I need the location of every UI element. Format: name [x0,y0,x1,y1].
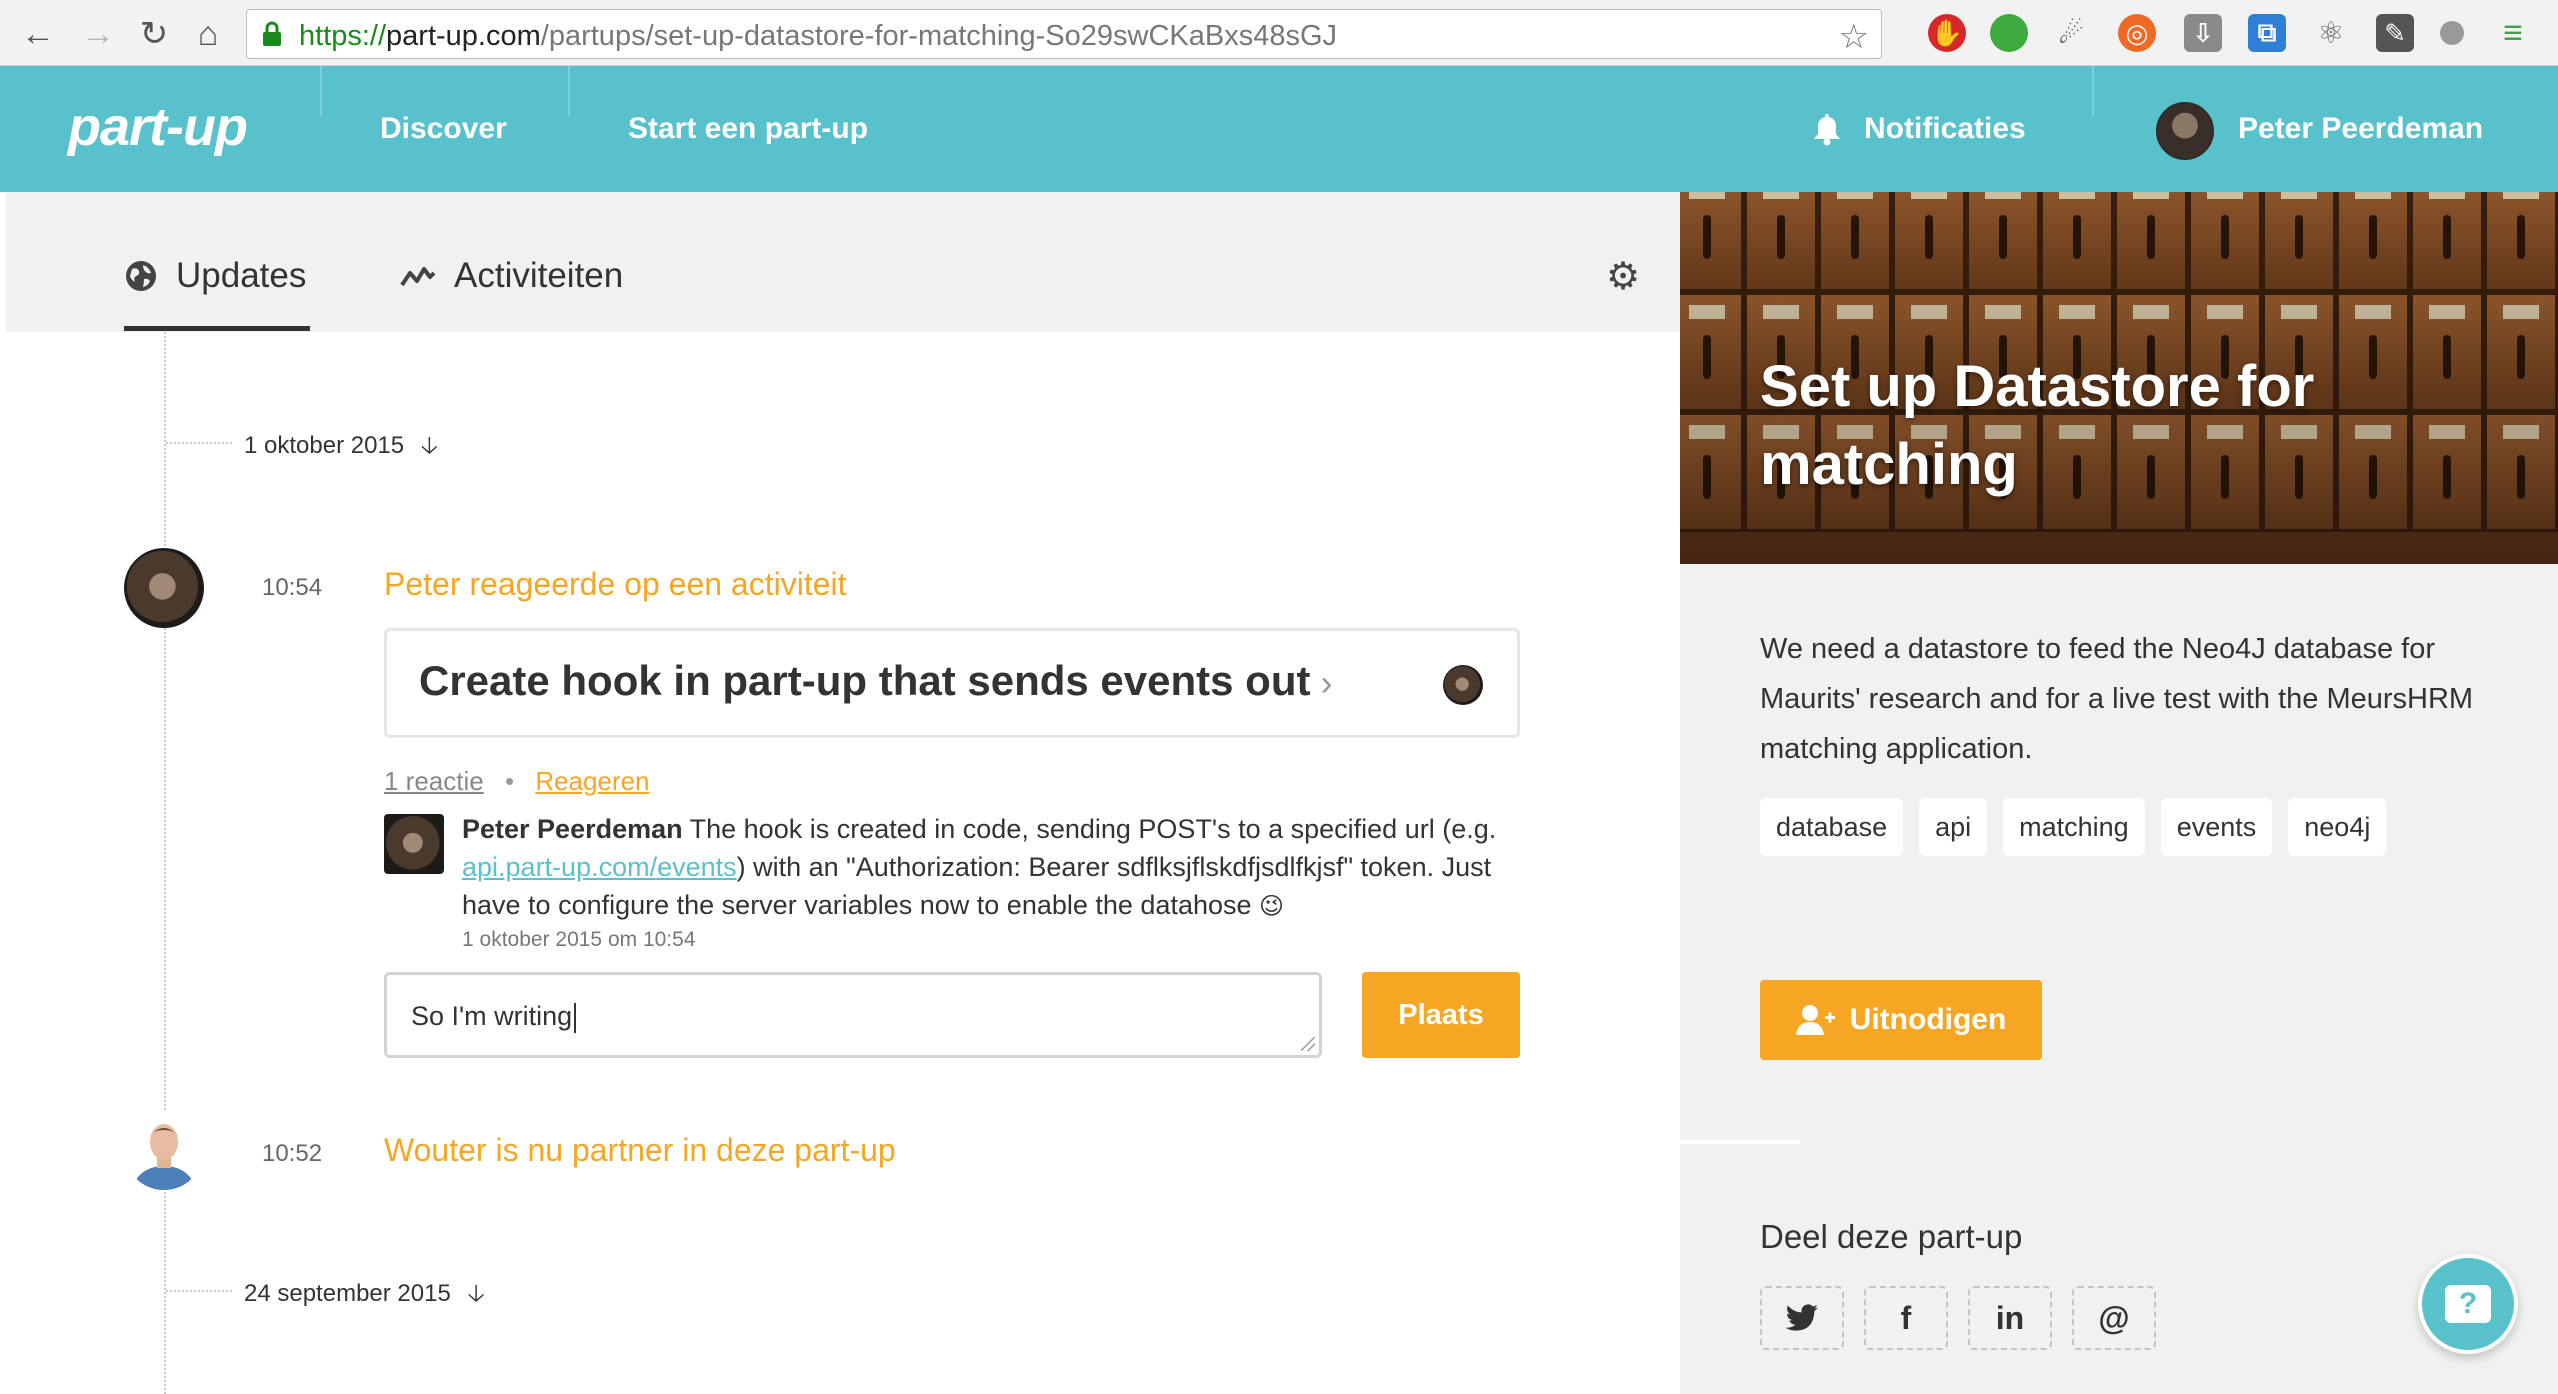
nav-start-partup[interactable]: Start een part-up [628,112,868,146]
globe-icon [126,261,156,291]
partup-hero-image: Set up Datastore for matching [1680,192,2558,564]
nav-discover[interactable]: Discover [380,112,507,146]
help-icon: ? [2445,1285,2491,1323]
partup-tabs-bar: Updates Activiteiten ⚙ [6,192,1680,332]
pen-extension-icon[interactable]: ✎ [2376,14,2414,52]
tag-events[interactable]: events [2160,798,2273,856]
comment-avatar[interactable] [384,814,444,874]
profile-extension-icon[interactable] [2440,21,2464,45]
gear-icon[interactable]: ⚙ [1606,254,1640,299]
date-marker: 24 september 2015 🡣 [244,1280,485,1307]
linkedin-icon: in [1995,1299,2025,1336]
comment-body: Peter Peerdeman The hook is created in c… [462,810,1524,926]
section-divider [1680,1140,1800,1144]
resize-grip-icon[interactable] [1301,1037,1315,1051]
comment-text-part: The hook is created in code, sending POS… [689,814,1497,844]
date-connector [166,442,232,444]
tab-updates-label: Updates [176,256,307,295]
back-icon[interactable]: ← [18,14,58,54]
avatar-peter[interactable] [124,548,204,628]
arrow-down-icon: 🡣 [467,1280,485,1307]
chevron-right-icon: › [1320,662,1333,703]
comment-input-value: So I'm writing [411,1001,573,1031]
user-avatar[interactable] [2156,102,2214,160]
notifications-link[interactable]: Notificaties [1864,112,2026,146]
lock-icon [263,21,281,46]
partup-title: Set up Datastore for matching [1760,354,2315,497]
tab-updates[interactable]: Updates [124,256,306,296]
browser-toolbar: ← → ↻ ⌂ https://part-up.com/partups/set-… [0,0,2558,66]
invite-button-label: Uitnodigen [1849,1003,2007,1036]
tab-activiteiten[interactable]: Activiteiten [400,256,623,296]
partup-logo[interactable]: part-up [68,96,248,158]
header-divider [2092,66,2094,116]
share-linkedin-button[interactable]: in [1968,1286,2052,1350]
add-user-icon [1795,1005,1835,1035]
evernote-extension-icon[interactable] [1990,14,2028,52]
share-facebook-button[interactable]: f [1864,1286,1948,1350]
update-time: 10:52 [262,1140,323,1167]
console-extension-icon[interactable]: ⧉ [2248,14,2286,52]
comment-input[interactable]: So I'm writing [384,972,1322,1058]
meteor-extension-icon[interactable]: ☄ [2052,14,2090,52]
user-name[interactable]: Peter Peerdeman [2238,112,2483,146]
comment-author[interactable]: Peter Peerdeman [462,814,683,844]
arrow-down-icon: 🡣 [420,432,439,459]
active-tab-indicator [124,326,310,331]
activity-card-title: Create hook in part-up that sends events… [419,657,1333,704]
post-comment-button[interactable]: Plaats [1362,972,1520,1058]
update-title[interactable]: Peter reageerde op een activiteit [384,566,847,603]
reply-link[interactable]: Reageren [535,766,649,796]
twitter-icon [1785,1304,1818,1331]
share-email-button[interactable]: @ [2072,1286,2156,1350]
partup-description: We need a datastore to feed the Neo4J da… [1760,633,2474,765]
date-connector [166,1290,232,1292]
avatar-wouter[interactable] [124,1110,204,1190]
share-title: Deel deze part-up [1760,1218,2023,1255]
comment-date: 1 oktober 2015 om 10:54 [462,928,696,951]
share-twitter-button[interactable] [1760,1286,1844,1350]
tag-api[interactable]: api [1919,798,1988,856]
app-header: part-up Discover Start een part-up Notif… [0,66,2558,192]
url-text: https://part-up.com/partups/set-up-datas… [299,20,1338,52]
help-button[interactable]: ? [2418,1254,2518,1354]
tag-neo4j[interactable]: neo4j [2288,798,2387,856]
forward-icon[interactable]: → [78,14,118,54]
tag-list: database api matching events neo4j [1760,798,2500,856]
activity-chart-icon [400,267,436,287]
bell-icon[interactable] [1812,112,1842,146]
wink-emoji-icon: 😉 [1259,893,1285,920]
home-icon[interactable]: ⌂ [188,14,228,54]
update-title[interactable]: Wouter is nu partner in deze part-up [384,1132,896,1169]
reaction-meta: 1 reactie • Reageren [384,766,650,797]
facebook-icon: f [1900,1299,1912,1336]
address-bar[interactable]: https://part-up.com/partups/set-up-datas… [246,9,1882,59]
tag-database[interactable]: database [1760,798,1904,856]
invite-button[interactable]: Uitnodigen [1760,980,2042,1060]
bookmark-star-icon[interactable]: ☆ [1839,17,1869,57]
date-marker: 1 oktober 2015 🡣 [244,432,439,459]
tab-activiteiten-label: Activiteiten [454,256,624,295]
reactions-count-link[interactable]: 1 reactie [384,766,484,796]
update-time: 10:54 [262,574,323,601]
card-avatar [1443,665,1483,705]
lifebuoy-extension-icon[interactable]: ◎ [2118,14,2156,52]
tag-matching[interactable]: matching [2003,798,2145,856]
timeline-line [164,332,166,1394]
react-extension-icon[interactable]: ⚛ [2312,14,2350,52]
reload-icon[interactable]: ↻ [134,14,174,54]
adblock-extension-icon[interactable]: ✋ [1928,14,1966,52]
header-divider [320,66,322,116]
email-icon: @ [2098,1299,2130,1336]
text-caret [574,1002,577,1033]
meta-separator: • [504,766,515,796]
download-extension-icon[interactable]: ⇩ [2184,14,2222,52]
activity-card[interactable]: Create hook in part-up that sends events… [384,628,1520,738]
menu-icon[interactable]: ≡ [2494,14,2532,52]
partup-sidebar: Set up Datastore for matching We need a … [1680,192,2558,1394]
comment-link[interactable]: api.part-up.com/events [462,852,737,882]
header-divider [568,66,570,116]
